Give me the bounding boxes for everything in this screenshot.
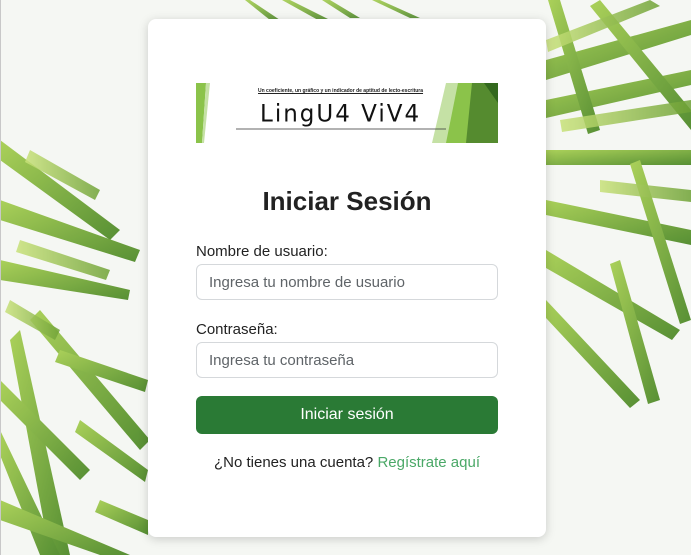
username-input[interactable] (196, 264, 498, 300)
signup-prompt: ¿No tienes una cuenta? (213, 454, 374, 471)
password-label: Contraseña: (196, 321, 278, 338)
logo-banner: Un coeficiente, un gráfico y un indicado… (196, 83, 498, 143)
login-card: Un coeficiente, un gráfico y un indicado… (148, 19, 546, 537)
lingua-viva-logo: LingU4 ViV4 (260, 100, 422, 128)
username-label: Nombre de usuario: (196, 243, 328, 260)
signup-row: ¿No tienes una cuenta? Regístrate aquí (148, 454, 546, 471)
password-input[interactable] (196, 342, 498, 378)
banner-tagline: Un coeficiente, un gráfico y un indicado… (258, 88, 424, 94)
login-button[interactable]: Iniciar sesión (196, 396, 498, 434)
signup-link[interactable]: Regístrate aquí (377, 454, 480, 471)
page-title: Iniciar Sesión (262, 186, 432, 216)
